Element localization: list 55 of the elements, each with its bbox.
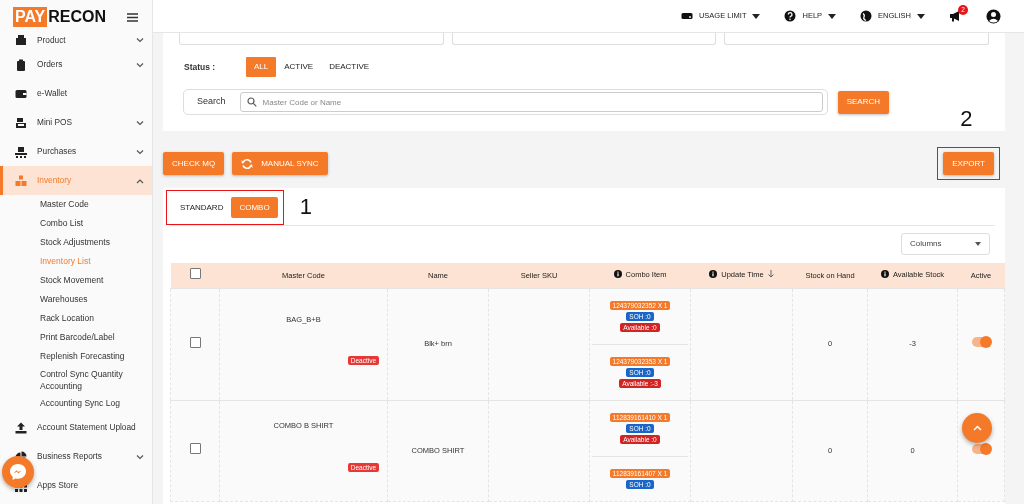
caret-down-icon xyxy=(828,13,837,19)
sidebar-item[interactable]: Purchases xyxy=(0,137,152,166)
submenu-item[interactable]: Stock Movement xyxy=(0,271,152,290)
input-field[interactable] xyxy=(451,33,717,45)
help-icon xyxy=(784,10,797,22)
boxes-icon xyxy=(15,174,27,187)
submenu-item[interactable]: Combo List xyxy=(0,214,152,233)
annotation-number: 1 xyxy=(299,195,312,218)
sidebar-item[interactable]: Product xyxy=(0,30,152,50)
logo: PAY RECON xyxy=(13,7,107,27)
tab[interactable]: STANDARD xyxy=(172,197,232,218)
pallet-icon xyxy=(15,145,27,158)
box-icon xyxy=(15,34,27,46)
submenu-item[interactable]: Replenish Forecasting xyxy=(0,347,152,366)
caret-down-icon xyxy=(917,13,925,19)
search-label: Search xyxy=(197,95,226,109)
sidebar-item[interactable]: Orders xyxy=(0,50,152,79)
annotation-number: 2 xyxy=(960,108,973,130)
megaphone-icon[interactable] xyxy=(949,10,962,22)
user-avatar-icon[interactable] xyxy=(986,8,1001,24)
input-field[interactable] xyxy=(179,33,444,45)
globe-icon xyxy=(860,10,873,22)
submenu-item[interactable]: Master Code xyxy=(0,195,152,214)
menu-icon[interactable] xyxy=(127,12,138,22)
submenu-item[interactable]: Stock Adjustments xyxy=(0,233,152,252)
sidebar-item[interactable]: e-Wallet xyxy=(0,79,152,108)
active-toggle[interactable] xyxy=(971,337,991,348)
status-filter-option[interactable]: ACTIVE xyxy=(276,57,322,77)
drive-icon xyxy=(680,10,693,22)
columns-dropdown[interactable]: Columns xyxy=(901,233,990,255)
row-checkbox[interactable] xyxy=(189,336,201,348)
sync-icon xyxy=(241,157,254,170)
submenu-item[interactable]: Control Sync Quantity Accounting xyxy=(0,366,152,394)
chat-bubble-icon xyxy=(8,462,28,482)
caret-down-icon xyxy=(975,242,981,246)
row-checkbox[interactable] xyxy=(189,443,201,455)
caret-down-icon xyxy=(752,13,761,19)
cash-register-icon xyxy=(15,116,27,129)
upload-icon xyxy=(15,421,27,434)
sidebar-item[interactable]: Account Statement Upload xyxy=(0,413,152,442)
wallet-icon xyxy=(15,87,27,100)
sidebar-item[interactable]: Mini POS xyxy=(0,108,152,137)
status-label: Status : xyxy=(184,60,217,74)
input-field[interactable] xyxy=(724,33,989,45)
clipboard-icon xyxy=(15,58,27,71)
status-filter-option[interactable]: DEACTIVE xyxy=(321,57,378,77)
submenu-item[interactable]: Warehouses xyxy=(0,290,152,309)
search-field[interactable]: Master Code or Name xyxy=(239,92,823,112)
search-icon xyxy=(246,97,257,107)
submenu-item[interactable]: Accounting Sync Log xyxy=(0,394,152,413)
select-all-checkbox[interactable] xyxy=(189,268,201,280)
active-toggle[interactable] xyxy=(971,443,991,454)
chevron-up-icon xyxy=(972,425,982,431)
submenu-item[interactable]: Print Barcode/Label xyxy=(0,328,152,347)
submenu-item[interactable]: Rack Location xyxy=(0,309,152,328)
